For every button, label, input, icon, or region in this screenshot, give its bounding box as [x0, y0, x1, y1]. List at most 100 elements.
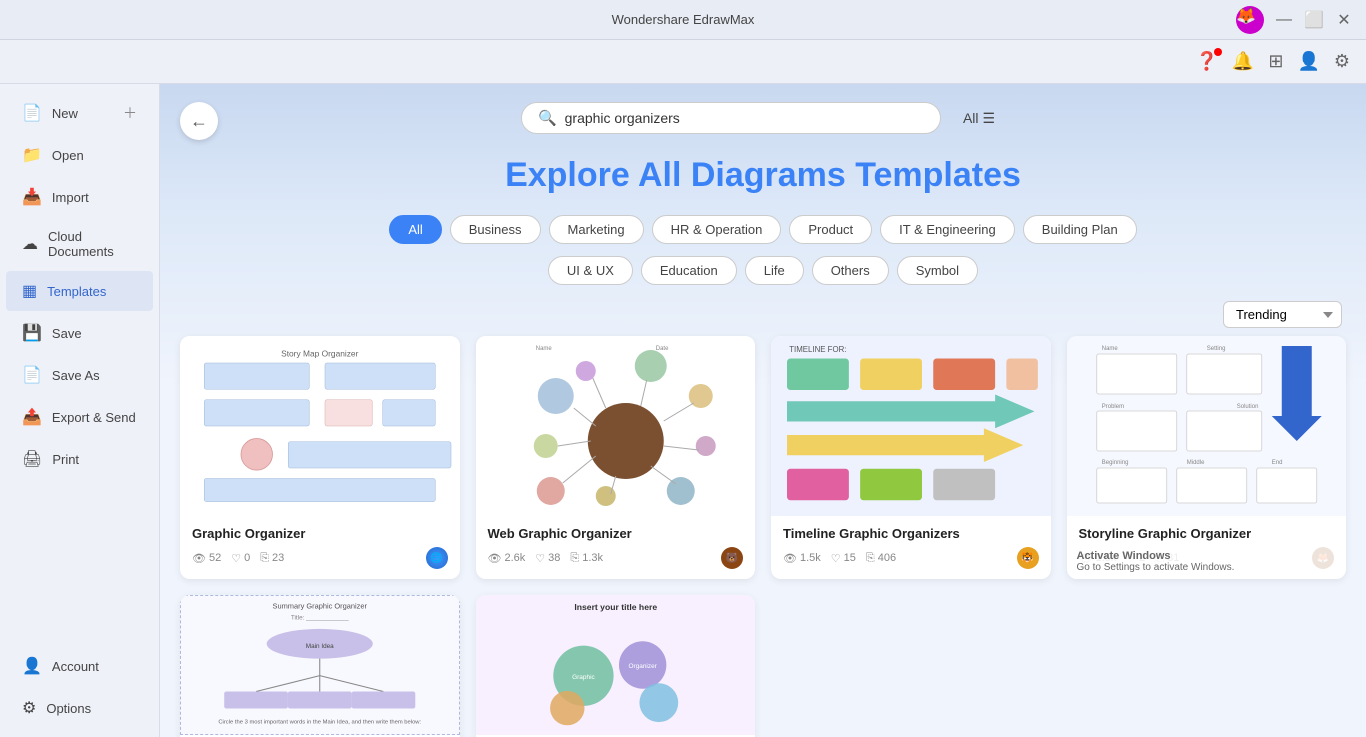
sidebar-item-cloud[interactable]: ☁ Cloud Documents	[6, 219, 153, 269]
sidebar-item-saveas[interactable]: 📄 Save As	[6, 355, 153, 395]
likes-icon: ♡ 0	[231, 552, 250, 565]
chip-product[interactable]: Product	[789, 215, 872, 244]
options-icon: ⚙	[22, 698, 36, 718]
copies-icon: ⎘ 406	[866, 552, 896, 565]
sidebar-item-label-print: Print	[52, 452, 79, 467]
sidebar-item-options[interactable]: ⚙ Options	[6, 688, 153, 728]
filter-chips: All Business Marketing HR & Operation Pr…	[160, 215, 1366, 252]
copies-icon: ⎘ 23	[260, 552, 284, 565]
account-icon: 👤	[22, 656, 42, 676]
template-card-web-graphic-organizer[interactable]: Name Date Web Graph	[476, 336, 756, 579]
card-stats-web-graphic-organizer: 👁 2.6k ♡ 38 ⎘ 1.3k 🐻	[488, 547, 744, 569]
menu-icon: ☰	[983, 110, 996, 127]
svg-text:Circle the 3 most important wo: Circle the 3 most important words in the…	[218, 719, 421, 725]
chip-it[interactable]: IT & Engineering	[880, 215, 1015, 244]
card-avatar-1: 🐻	[721, 547, 743, 569]
svg-text:Beginning: Beginning	[1101, 460, 1128, 466]
activate-overlay: Activate Windows Go to Settings to activ…	[1067, 544, 1347, 579]
card-title-graphic-organizer: Graphic Organizer	[192, 526, 448, 541]
sidebar-item-label-open: Open	[52, 148, 84, 163]
sort-select[interactable]: Trending Newest Most Popular	[1223, 301, 1342, 328]
maximize-button[interactable]: ⬜	[1304, 10, 1324, 30]
template-card-insert-title[interactable]: Insert your title here Graphic Organizer…	[476, 595, 756, 737]
chip-life[interactable]: Life	[745, 256, 804, 285]
sidebar-item-import[interactable]: 📥 Import	[6, 177, 153, 217]
sidebar-item-label-options: Options	[46, 701, 91, 716]
card-preview-timeline: TIMELINE FOR:	[771, 336, 1051, 516]
chip-all[interactable]: All	[389, 215, 441, 244]
saveas-icon: 📄	[22, 365, 42, 385]
grid-icon[interactable]: ⊞	[1268, 51, 1283, 72]
main-layout: 📄 New ＋ 📁 Open 📥 Import ☁ Cloud Document…	[0, 84, 1366, 737]
svg-text:Main Idea: Main Idea	[306, 643, 334, 650]
hero-title: Explore All Diagrams Templates	[180, 156, 1346, 195]
cloud-icon: ☁	[22, 234, 38, 254]
back-arrow-icon: ←	[190, 111, 208, 132]
copies-icon: ⎘ 1.3k	[570, 552, 603, 565]
save-icon: 💾	[22, 323, 42, 343]
help-icon[interactable]: ❓	[1196, 51, 1218, 72]
card-info-web-graphic-organizer: Web Graphic Organizer 👁 2.6k ♡ 38 ⎘ 1.3k…	[476, 516, 756, 579]
open-icon: 📁	[22, 145, 42, 165]
svg-text:Summary Graphic Organizer: Summary Graphic Organizer	[273, 602, 368, 611]
toolbar: ❓ 🔔 ⊞ 👤 ⚙	[0, 40, 1366, 84]
card-info-timeline: Timeline Graphic Organizers 👁 1.5k ♡ 15 …	[771, 516, 1051, 579]
sort-bar: Trending Newest Most Popular	[160, 293, 1366, 336]
sidebar-item-print[interactable]: 🖨 Print	[6, 439, 153, 479]
card-preview-graphic-organizer: Story Map Organizer	[180, 336, 460, 516]
svg-text:Name: Name	[1101, 346, 1118, 352]
sidebar-item-save[interactable]: 💾 Save	[6, 313, 153, 353]
sidebar-item-label-new: New	[52, 106, 78, 121]
chip-uiux[interactable]: UI & UX	[548, 256, 633, 285]
chip-marketing[interactable]: Marketing	[549, 215, 644, 244]
views-icon: 👁 1.5k	[783, 552, 821, 565]
settings-icon[interactable]: ⚙	[1334, 51, 1350, 72]
notification-icon[interactable]: 🔔	[1232, 51, 1254, 72]
sidebar: 📄 New ＋ 📁 Open 📥 Import ☁ Cloud Document…	[0, 84, 160, 737]
chip-others[interactable]: Others	[812, 256, 889, 285]
sidebar-item-account[interactable]: 👤 Account	[6, 646, 153, 686]
chip-hr[interactable]: HR & Operation	[652, 215, 782, 244]
close-button[interactable]: ✕	[1334, 10, 1354, 30]
hero-section: Explore All Diagrams Templates	[160, 146, 1366, 215]
minimize-button[interactable]: —	[1274, 11, 1294, 29]
card-stats-timeline: 👁 1.5k ♡ 15 ⎘ 406 🐯	[783, 547, 1039, 569]
sidebar-item-templates[interactable]: ▦ Templates	[6, 271, 153, 311]
back-button[interactable]: ←	[180, 102, 218, 140]
sidebar-item-label-templates: Templates	[47, 284, 106, 299]
sidebar-item-label-cloud: Cloud Documents	[48, 229, 137, 259]
chip-education[interactable]: Education	[641, 256, 737, 285]
svg-text:Title: ____________: Title: ____________	[291, 614, 349, 621]
hero-prefix: Explore	[505, 156, 638, 194]
search-area: 🔍 All ☰	[160, 84, 1366, 146]
template-grid: Story Map Organizer Graphic Organizer	[160, 336, 1366, 737]
person-icon[interactable]: 👤	[1297, 51, 1319, 72]
chip-building[interactable]: Building Plan	[1023, 215, 1137, 244]
card-title-timeline: Timeline Graphic Organizers	[783, 526, 1039, 541]
user-avatar[interactable]: 🦊	[1236, 6, 1264, 34]
title-bar: Wondershare EdrawMax 🦊 — ⬜ ✕	[0, 0, 1366, 40]
svg-text:End: End	[1271, 460, 1282, 466]
likes-icon: ♡ 15	[831, 552, 856, 565]
templates-icon: ▦	[22, 281, 37, 301]
svg-text:Organizer: Organizer	[628, 663, 657, 670]
export-icon: 📤	[22, 407, 42, 427]
app-title: Wondershare EdrawMax	[612, 12, 755, 27]
card-avatar-0: 🌐	[426, 547, 448, 569]
template-card-summary[interactable]: Summary Graphic Organizer Title: _______…	[180, 595, 460, 737]
template-card-timeline[interactable]: TIMELINE FOR:	[771, 336, 1051, 579]
search-box: 🔍	[521, 102, 941, 134]
card-title-storyline: Storyline Graphic Organizer	[1079, 526, 1335, 541]
add-icon: ＋	[123, 103, 137, 123]
template-card-storyline[interactable]: Name Setting Problem Solution Beginning …	[1067, 336, 1347, 579]
search-input[interactable]	[565, 110, 924, 126]
template-card-graphic-organizer[interactable]: Story Map Organizer Graphic Organizer	[180, 336, 460, 579]
all-filter-btn[interactable]: All ☰	[953, 104, 1005, 133]
sidebar-item-export[interactable]: 📤 Export & Send	[6, 397, 153, 437]
chip-business[interactable]: Business	[450, 215, 541, 244]
sidebar-item-new[interactable]: 📄 New ＋	[6, 93, 153, 133]
sidebar-item-open[interactable]: 📁 Open	[6, 135, 153, 175]
chip-symbol[interactable]: Symbol	[897, 256, 978, 285]
card-preview-web-graphic-organizer: Name Date	[476, 336, 756, 516]
search-icon: 🔍	[538, 109, 557, 127]
